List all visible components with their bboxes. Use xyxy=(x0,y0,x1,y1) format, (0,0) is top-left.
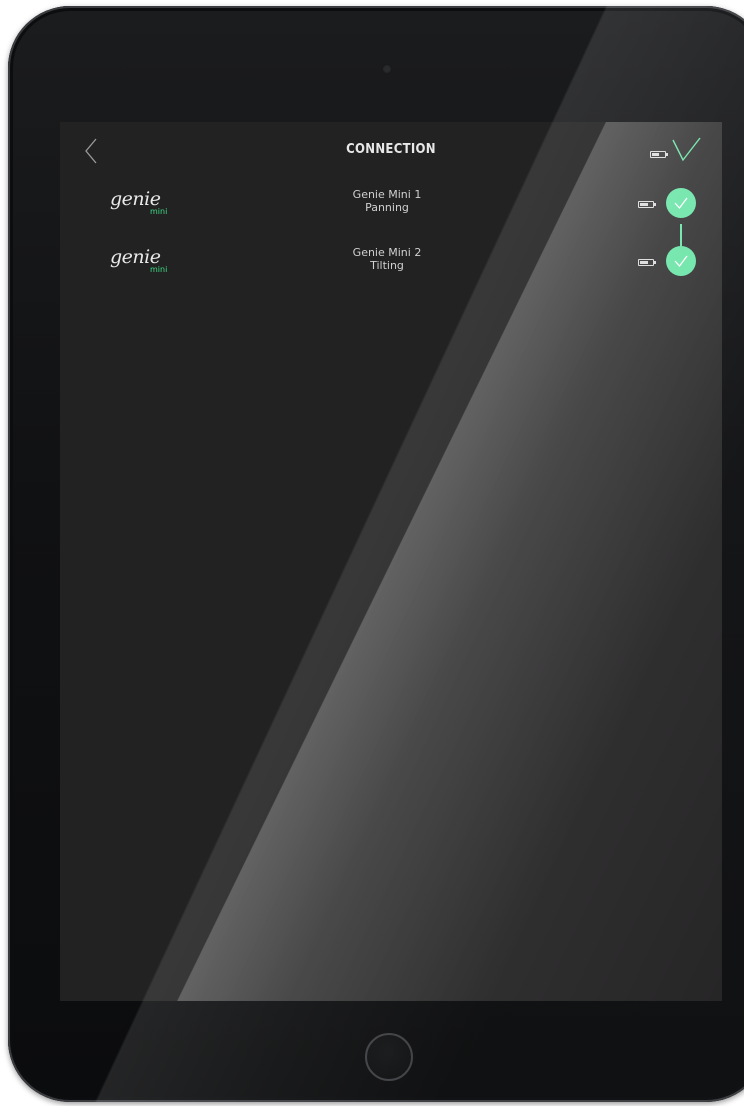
device-name: Genie Mini 2 xyxy=(352,246,422,259)
confirm-button[interactable] xyxy=(670,136,702,164)
page-title: CONNECTION xyxy=(346,142,436,157)
device-info: Genie Mini 1 Panning xyxy=(312,188,462,214)
genie-mini-logo: genie mini xyxy=(110,246,200,280)
check-icon xyxy=(674,255,688,268)
device-row[interactable]: genie mini Genie Mini 1 Panning xyxy=(60,184,722,228)
device-info: Genie Mini 2 Tilting xyxy=(312,246,462,272)
device-mode: Tilting xyxy=(370,259,404,272)
front-camera xyxy=(382,64,392,74)
device-name: Genie Mini 1 xyxy=(352,188,422,201)
header-battery-icon xyxy=(650,151,668,158)
tablet-frame: CONNECTION genie mini Genie Mini 1 Panni… xyxy=(8,6,744,1102)
back-button[interactable] xyxy=(80,136,102,166)
home-button[interactable] xyxy=(365,1033,413,1081)
app-screen: CONNECTION genie mini Genie Mini 1 Panni… xyxy=(60,122,722,1001)
device-row[interactable]: genie mini Genie Mini 2 Tilting xyxy=(60,242,722,286)
battery-icon xyxy=(638,259,656,266)
logo-sub: mini xyxy=(150,265,168,274)
logo-sub: mini xyxy=(150,207,168,216)
battery-icon xyxy=(638,201,656,208)
check-icon xyxy=(674,197,688,210)
check-icon xyxy=(672,137,701,162)
connected-status-button[interactable] xyxy=(666,246,696,276)
genie-mini-logo: genie mini xyxy=(110,188,200,222)
device-mode: Panning xyxy=(365,201,409,214)
chevron-left-icon xyxy=(85,138,97,164)
connected-status-button[interactable] xyxy=(666,188,696,218)
